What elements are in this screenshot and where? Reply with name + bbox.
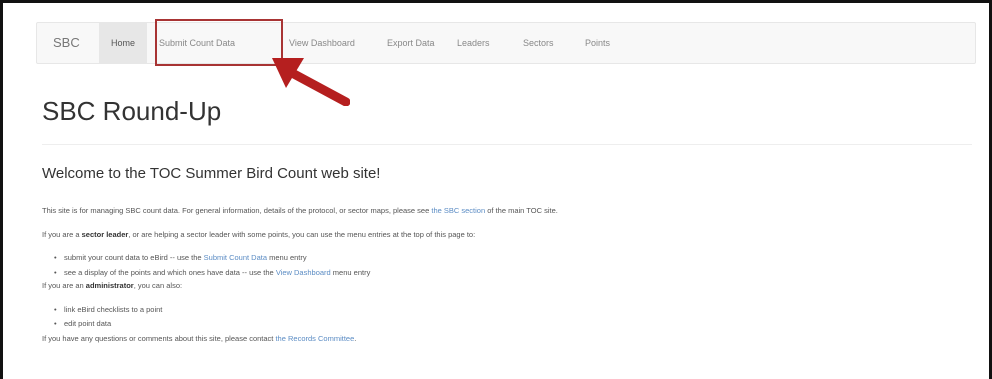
sector-leader-term: sector leader — [81, 230, 129, 239]
submit-count-data-link[interactable]: Submit Count Data — [204, 253, 267, 262]
brand-link[interactable]: SBC — [53, 23, 80, 63]
list-item: • link eBird checklists to a point — [54, 305, 163, 314]
administrator-term: administrator — [85, 281, 134, 290]
divider — [42, 144, 972, 145]
records-committee-link[interactable]: the Records Committee — [275, 334, 354, 343]
list-item: • submit your count data to eBird -- use … — [54, 253, 307, 262]
list-item: • edit point data — [54, 319, 112, 328]
nav-points[interactable]: Points — [585, 23, 610, 63]
list-item: • see a display of the points and which o… — [54, 268, 371, 277]
intro-paragraph: This site is for managing SBC count data… — [42, 206, 558, 215]
highlight-box — [155, 19, 283, 66]
page-title: SBC Round-Up — [42, 96, 222, 126]
view-dashboard-link[interactable]: View Dashboard — [276, 268, 331, 277]
nav-export-data[interactable]: Export Data — [387, 23, 435, 63]
nav-sectors[interactable]: Sectors — [523, 23, 554, 63]
nav-home[interactable]: Home — [99, 23, 147, 63]
welcome-heading: Welcome to the TOC Summer Bird Count web… — [42, 165, 381, 182]
frame-top-border — [0, 0, 992, 3]
contact-paragraph: If you have any questions or comments ab… — [42, 334, 357, 343]
nav-leaders[interactable]: Leaders — [457, 23, 490, 63]
pointer-arrow-icon — [272, 58, 350, 106]
frame-left-border — [0, 0, 3, 379]
sbc-section-link[interactable]: the SBC section — [431, 206, 485, 215]
sector-leader-paragraph: If you are a sector leader, or are helpi… — [42, 230, 476, 239]
administrator-paragraph: If you are an administrator, you can als… — [42, 281, 183, 290]
